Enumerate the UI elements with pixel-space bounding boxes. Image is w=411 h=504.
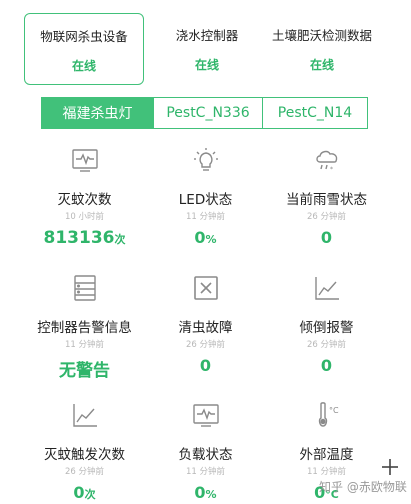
document-list-icon xyxy=(70,273,100,303)
sensor-value: 0次 xyxy=(73,483,96,502)
svg-text:*: * xyxy=(330,166,333,173)
thermometer-celsius-icon: °C xyxy=(312,400,342,430)
sensor-label: 灭蚊次数 xyxy=(57,192,112,208)
sensor-value: 0 xyxy=(320,356,333,375)
tab-pestc-n14[interactable]: PestC_N14 xyxy=(262,98,367,128)
sensor-value: 0% xyxy=(194,483,217,502)
device-status: 在线 xyxy=(71,59,96,73)
rain-snow-cloud-icon: * xyxy=(312,145,342,175)
sensor-tilt-alarm[interactable]: 倾倒报警 26 分钟前 0 xyxy=(258,273,395,388)
device-name: 浇水控制器 xyxy=(175,28,239,43)
sensor-mosquito-kill-count[interactable]: 灭蚊次数 10 小时前 813136次 xyxy=(16,145,153,260)
device-status: 在线 xyxy=(309,58,334,72)
sensor-label: 外部温度 xyxy=(299,447,354,463)
device-card-pest-control[interactable]: 物联网杀虫设备 在线 xyxy=(24,13,144,85)
device-card-soil-fertility[interactable]: 土壤肥沃检测数据 在线 xyxy=(262,13,382,85)
sensor-value: 813136次 xyxy=(43,228,126,248)
sensor-label: 负载状态 xyxy=(178,447,233,463)
sensor-time: 11 分钟前 xyxy=(306,467,347,477)
sensor-kill-trigger-count[interactable]: 灭蚊触发次数 26 分钟前 0次 xyxy=(16,400,153,504)
sensor-load-status[interactable]: 负载状态 11 分钟前 0% xyxy=(137,400,274,504)
sensor-label: 当前雨雪状态 xyxy=(286,192,367,208)
sensor-pest-clearing-fault[interactable]: 清虫故障 26 分钟前 0 xyxy=(137,273,274,388)
device-name: 土壤肥沃检测数据 xyxy=(271,28,372,43)
sensor-time: 11 分钟前 xyxy=(185,212,226,222)
device-status: 在线 xyxy=(194,58,219,72)
sensor-time: 26 分钟前 xyxy=(185,340,226,350)
sensor-time: 10 小时前 xyxy=(64,212,105,222)
sensor-time: 26 分钟前 xyxy=(306,340,347,350)
sensor-time: 11 分钟前 xyxy=(64,340,105,350)
sensor-value: 0 xyxy=(320,228,333,247)
sensor-led-status[interactable]: LED状态 11 分钟前 0% xyxy=(137,145,274,260)
sensor-unit: 次 xyxy=(84,488,96,501)
sensor-label: 倾倒报警 xyxy=(299,320,354,336)
sensor-time: 26 分钟前 xyxy=(306,212,347,222)
tab-pestc-n336[interactable]: PestC_N336 xyxy=(153,98,262,128)
device-card-watering-controller[interactable]: 浇水控制器 在线 xyxy=(147,13,267,85)
pulse-monitor-icon xyxy=(70,145,100,175)
pulse-monitor-icon xyxy=(191,400,221,430)
x-box-icon xyxy=(191,273,221,303)
sensor-controller-alarm[interactable]: 控制器告警信息 11 分钟前 无警告 xyxy=(16,273,153,388)
device-tabs: 福建杀虫灯 PestC_N336 PestC_N14 xyxy=(41,97,368,129)
sensor-label: LED状态 xyxy=(178,192,233,208)
sensor-value: 0% xyxy=(194,228,217,247)
line-chart-icon xyxy=(312,273,342,303)
svg-text:°C: °C xyxy=(329,406,339,415)
tab-fujian-pest-lamp[interactable]: 福建杀虫灯 xyxy=(42,98,153,128)
light-bulb-icon xyxy=(191,145,221,175)
sensor-unit: % xyxy=(205,488,217,501)
sensor-unit: 次 xyxy=(114,233,126,246)
plus-icon[interactable] xyxy=(381,458,399,476)
sensor-value: 无警告 xyxy=(59,361,110,381)
sensor-time: 26 分钟前 xyxy=(64,467,105,477)
sensor-value: 0 xyxy=(199,356,212,375)
sensor-label: 清虫故障 xyxy=(178,320,233,336)
sensor-time: 11 分钟前 xyxy=(185,467,226,477)
sensor-unit: % xyxy=(205,233,217,246)
sensor-rain-snow-status[interactable]: * 当前雨雪状态 26 分钟前 0 xyxy=(258,145,395,260)
watermark: 知乎 @赤欧物联 xyxy=(319,480,407,494)
device-name: 物联网杀虫设备 xyxy=(40,29,128,44)
device-selector: 物联网杀虫设备 在线 浇水控制器 在线 土壤肥沃检测数据 在线 xyxy=(24,13,390,85)
line-chart-icon xyxy=(70,400,100,430)
sensor-label: 控制器告警信息 xyxy=(37,320,132,336)
sensor-label: 灭蚊触发次数 xyxy=(44,447,125,463)
